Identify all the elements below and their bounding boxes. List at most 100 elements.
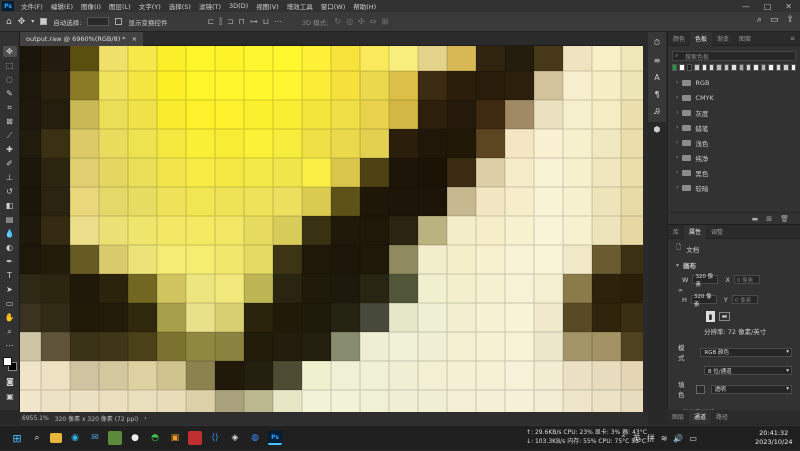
file-explorer-icon[interactable] (50, 433, 62, 443)
3d-rotate-icon[interactable]: ↻ (334, 17, 341, 26)
shape-tool-icon[interactable]: ▭ (3, 298, 17, 309)
swatch-group[interactable]: › 较暗 (668, 180, 800, 195)
minimize-button[interactable]: — (742, 2, 750, 11)
swatch-group[interactable]: › CMYK (668, 90, 800, 105)
swatch-group[interactable]: › 灰度 (668, 105, 800, 120)
align-left-icon[interactable]: ⊏ (207, 17, 214, 27)
recent-swatch[interactable] (694, 64, 700, 71)
menu-help[interactable]: 帮助(H) (349, 1, 380, 11)
fill-swatch[interactable] (696, 384, 705, 394)
menu-plugins[interactable]: 增效工具 (283, 1, 317, 11)
align-right-icon[interactable]: ⊐ (227, 17, 234, 27)
home-icon[interactable]: ⌂ (6, 17, 12, 27)
wifi-icon[interactable]: ≋ (661, 434, 668, 443)
workspace-icon[interactable]: ▭ (770, 15, 779, 25)
minecraft-icon[interactable] (108, 431, 122, 445)
menu-file[interactable]: 文件(F) (17, 1, 47, 11)
menu-edit[interactable]: 编辑(E) (47, 1, 77, 11)
history-brush-tool-icon[interactable]: ↺ (3, 186, 17, 197)
canvas-area[interactable] (20, 46, 643, 412)
eyedropper-tool-icon[interactable]: ⟋ (3, 130, 17, 141)
menu-filter[interactable]: 滤镜(T) (195, 1, 225, 11)
tab-swatches[interactable]: 色板 (690, 31, 713, 46)
close-button[interactable]: ✕ (785, 2, 792, 11)
maximize-button[interactable]: □ (764, 2, 772, 11)
mail-icon[interactable]: ✉ (88, 431, 102, 445)
tab-gradients[interactable]: 渐变 (712, 32, 734, 46)
photoshop-taskbar-icon[interactable]: Ps (268, 431, 282, 445)
y-input[interactable]: 0 像素 (731, 295, 758, 304)
x-input[interactable]: 0 像素 (733, 275, 760, 284)
move-tool-icon[interactable]: ✥ (18, 17, 26, 27)
panel-menu-icon[interactable]: ≡ (785, 32, 800, 46)
document-info[interactable]: 320 像素 x 320 像素 (72 ppi) (55, 414, 139, 423)
menu-select[interactable]: 选择(S) (165, 1, 195, 11)
auto-select-checkbox[interactable] (40, 18, 48, 25)
show-transform-checkbox[interactable] (115, 18, 123, 25)
edge-browser-icon[interactable]: ◉ (68, 431, 82, 445)
height-input[interactable]: 320 像素 (690, 294, 717, 308)
clock[interactable]: 20:41:32 2023/10/24 (755, 429, 792, 447)
3d-panel-icon[interactable]: ⬢ (654, 125, 661, 134)
windows-start-icon[interactable]: ⊞ (10, 431, 24, 445)
menu-type[interactable]: 文字(Y) (135, 1, 165, 11)
chevron-up-icon[interactable]: ⌃ (620, 434, 627, 443)
zoom-tool-icon[interactable]: ⌕ (3, 326, 17, 337)
stamp-tool-icon[interactable]: ⊥ (3, 172, 17, 183)
tab-libraries[interactable]: 库 (668, 225, 684, 239)
lasso-tool-icon[interactable]: ◌ (3, 74, 17, 85)
menu-window[interactable]: 窗口(W) (317, 1, 350, 11)
foreground-color-swatch[interactable] (3, 357, 12, 366)
3d-pan-icon[interactable]: ✣ (358, 17, 365, 26)
quick-mask-icon[interactable]: ◙ (3, 376, 17, 387)
pen-tool-icon[interactable]: ✒ (3, 256, 17, 267)
tab-layers[interactable]: 图层 (667, 410, 689, 424)
recent-swatch[interactable] (790, 64, 796, 71)
recent-swatch[interactable] (746, 64, 752, 71)
auto-select-dropdown[interactable] (87, 17, 110, 26)
landscape-icon[interactable]: ▬ (719, 312, 730, 321)
tab-adjustments[interactable]: 调整 (706, 225, 728, 239)
recent-swatch[interactable] (738, 64, 745, 71)
3d-scale-icon[interactable]: ⊞ (381, 17, 388, 26)
3d-slide-icon[interactable]: ⇔ (370, 17, 377, 26)
frame-tool-icon[interactable]: ⊠ (3, 116, 17, 127)
blur-tool-icon[interactable]: 💧 (3, 228, 17, 239)
align-vcenter-icon[interactable]: ⊶ (250, 17, 258, 27)
tab-properties[interactable]: 属性 (684, 224, 707, 239)
recent-swatch[interactable] (701, 64, 708, 71)
vscode-icon[interactable]: ⟨⟩ (208, 431, 222, 445)
move-tool-icon[interactable]: ✥ (2, 46, 17, 57)
menu-3d[interactable]: 3D(D) (225, 2, 252, 10)
recent-swatch[interactable] (709, 64, 715, 71)
width-input[interactable]: 320 像素 (692, 274, 719, 288)
zoom-level[interactable]: 6955.1% (22, 415, 49, 422)
brush-tool-icon[interactable]: ✐ (3, 158, 17, 169)
link-icon[interactable]: ∞ (678, 287, 683, 294)
canvas-section-header[interactable]: ▾ 画布 (668, 258, 800, 272)
crop-tool-icon[interactable]: ⌗ (3, 102, 17, 113)
swatch-group[interactable]: › 纯净 (668, 150, 800, 165)
paragraph-panel-icon[interactable]: ¶ (654, 90, 659, 99)
tab-color[interactable]: 颜色 (668, 32, 690, 46)
new-group-icon[interactable]: ▬ (752, 215, 759, 223)
recent-swatch[interactable] (783, 64, 789, 71)
tab-channels[interactable]: 通道 (689, 409, 712, 424)
3d-roll-icon[interactable]: ◎ (346, 17, 353, 26)
search-icon[interactable]: ⌕ (757, 15, 762, 25)
align-hcenter-icon[interactable]: ⫿ (219, 17, 222, 27)
recent-swatch[interactable] (760, 64, 767, 71)
recent-swatch[interactable] (672, 64, 678, 71)
recent-swatch[interactable] (686, 64, 693, 71)
menu-view[interactable]: 视图(V) (252, 1, 283, 11)
glyphs-panel-icon[interactable]: Ꭿ (654, 107, 660, 117)
ime-language[interactable]: 英 (633, 433, 641, 444)
delete-icon[interactable]: 🗑 (780, 215, 789, 223)
recent-swatch[interactable] (731, 64, 737, 71)
history-panel-icon[interactable]: ⏱ (654, 38, 660, 48)
recent-swatch[interactable] (753, 64, 759, 71)
recent-swatch[interactable] (723, 64, 730, 71)
status-arrow-icon[interactable]: › (144, 415, 146, 422)
document-tab[interactable]: output.raw @ 6960%(RGB/8) * × (20, 32, 144, 46)
volume-icon[interactable]: 🔊 (673, 434, 683, 443)
